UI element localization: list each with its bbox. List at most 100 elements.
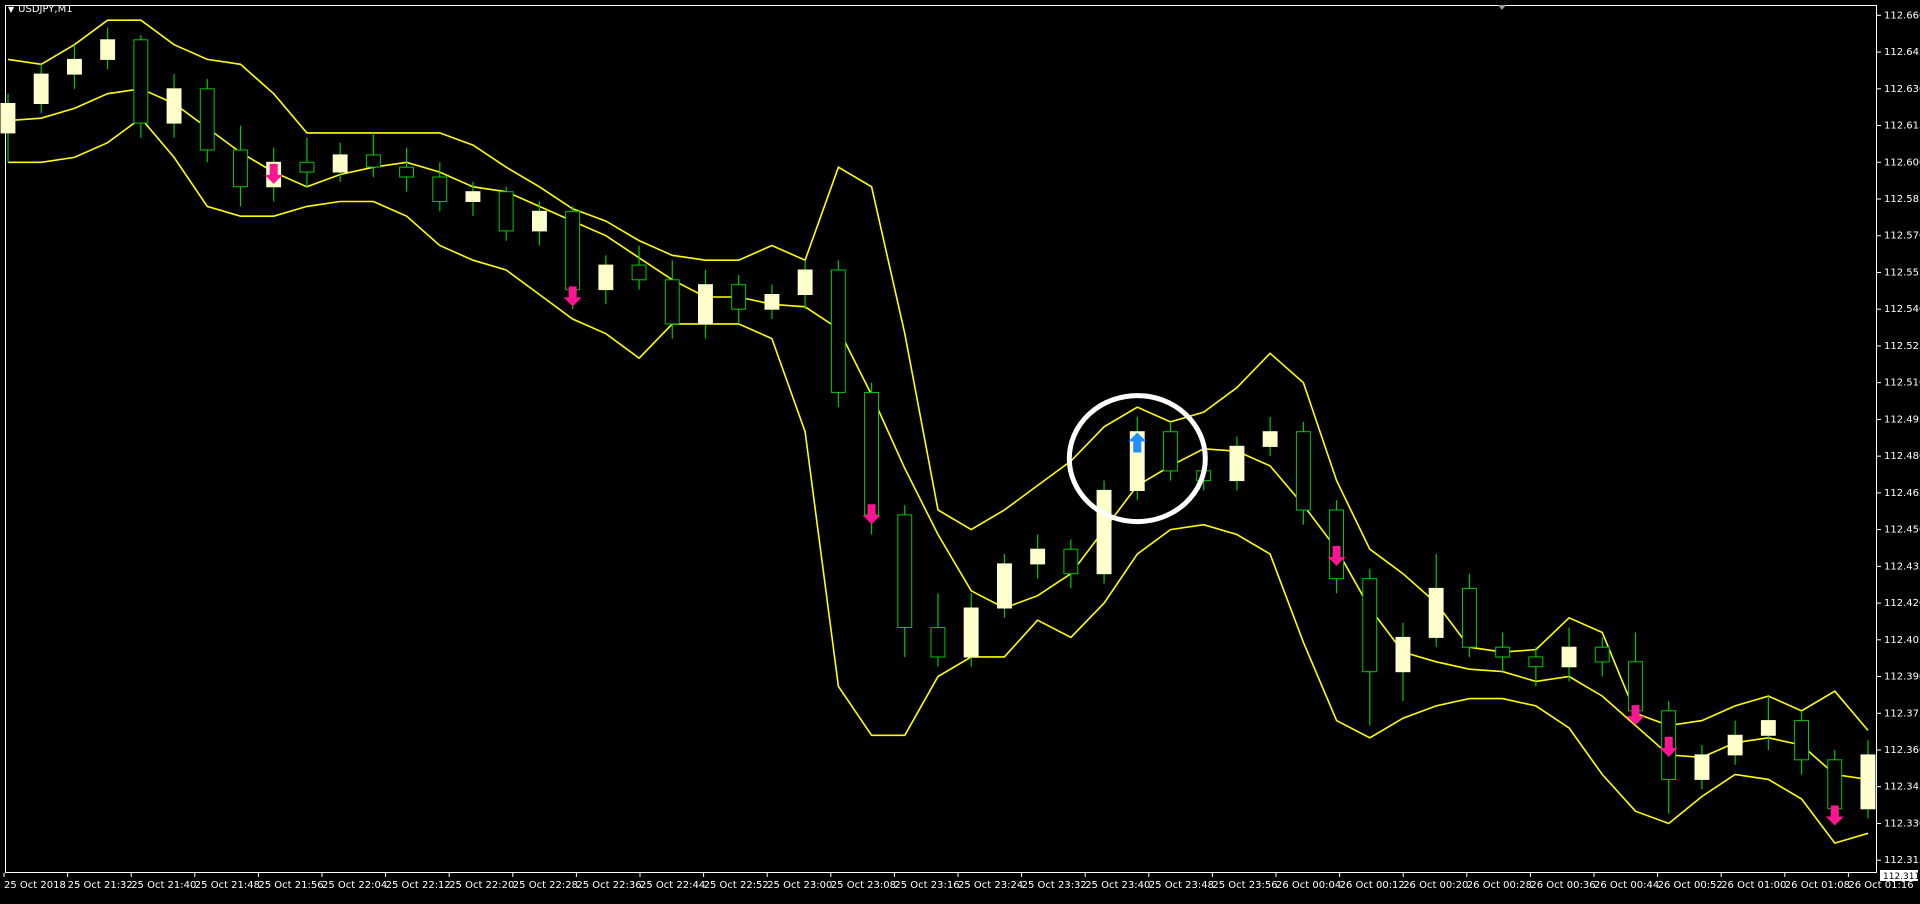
candle-body <box>1262 431 1278 447</box>
candle-body <box>100 39 116 60</box>
time-tick-label: 25 Oct 23:08 <box>831 880 896 891</box>
time-tick-label: 25 Oct 23:00 <box>767 880 832 891</box>
candle-body <box>1694 754 1710 780</box>
candle-body <box>764 294 780 310</box>
candle-body <box>532 210 547 232</box>
time-tick-label: 25 Oct 21:40 <box>131 880 196 891</box>
candle-body <box>133 39 149 124</box>
price-chart[interactable]: 112.660 112.645 112.630 112.615 112.600 112.5… <box>0 0 1920 900</box>
candle-body <box>963 607 979 658</box>
price-tick-label: 112.435 <box>1884 561 1920 572</box>
candle-body <box>1860 754 1876 810</box>
candle-body <box>1594 646 1610 663</box>
price-tick-label: 112.315 <box>1884 855 1920 866</box>
candle-body <box>565 210 581 291</box>
price-tick-label: 112.465 <box>1884 488 1920 499</box>
candle-body <box>731 284 747 310</box>
candle-body <box>33 73 49 104</box>
time-tick-label: 25 Oct 21:48 <box>195 880 260 891</box>
candle-body <box>1794 720 1809 761</box>
candle-body <box>864 392 879 516</box>
price-tick-label: 112.510 <box>1884 378 1920 389</box>
price-tick-label: 112.330 <box>1884 819 1920 830</box>
price-tick-label: 112.405 <box>1884 635 1920 646</box>
candle-body <box>698 284 713 325</box>
candle-body <box>1063 548 1079 575</box>
time-tick-label: 25 Oct 22:36 <box>576 880 641 891</box>
candle-body <box>399 166 415 178</box>
candle-body <box>498 191 514 232</box>
candle-body <box>1295 431 1311 511</box>
time-tick-label: 25 Oct 23:24 <box>958 880 1023 891</box>
candle-body <box>1528 656 1544 668</box>
candle-body <box>1163 431 1178 472</box>
candle-body <box>365 154 381 168</box>
price-tick-label: 112.630 <box>1884 84 1920 95</box>
time-tick-label: 26 Oct 00:52 <box>1658 880 1723 891</box>
candle-body <box>631 264 647 281</box>
candle <box>133 34 149 138</box>
symbol-text: USDJPY,M1 <box>18 4 73 15</box>
candle-body <box>199 88 215 151</box>
candle-body <box>930 627 946 658</box>
time-tick-label: 26 Oct 00:12 <box>1340 880 1405 891</box>
candle-body <box>1329 509 1344 580</box>
candle-body <box>1561 646 1577 668</box>
time-tick-label: 26 Oct 01:00 <box>1721 880 1786 891</box>
last-price-tag: 112.311 <box>1880 870 1920 882</box>
price-tick-label: 112.390 <box>1884 672 1920 683</box>
price-tick-label: 112.540 <box>1884 304 1920 315</box>
time-tick-label: 25 Oct 23:16 <box>894 880 959 891</box>
candle-body <box>1395 636 1411 673</box>
candle-body <box>1229 445 1245 482</box>
price-tick-label: 112.585 <box>1884 194 1920 205</box>
candle-body <box>233 149 248 188</box>
price-tick-label: 112.555 <box>1884 268 1920 279</box>
time-tick-label: 25 Oct 22:04 <box>322 880 387 891</box>
time-tick-label: 26 Oct 00:28 <box>1467 880 1532 891</box>
time-tick-label: 25 Oct 23:40 <box>1085 880 1150 891</box>
chart-window[interactable]: 112.660 112.645 112.630 112.615 112.600 112.5… <box>0 0 1920 900</box>
time-tick-label: 26 Oct 00:36 <box>1530 880 1595 891</box>
price-tick-label: 112.345 <box>1884 782 1920 793</box>
time-tick-label: 25 Oct 23:32 <box>1022 880 1087 891</box>
price-tick-label: 112.450 <box>1884 525 1920 536</box>
candle-body <box>332 154 348 173</box>
candle-body <box>897 514 913 629</box>
candle-body <box>1428 587 1444 638</box>
candle-body <box>0 103 16 134</box>
candle-body <box>1096 489 1112 575</box>
chevron-down-icon[interactable]: ▼ <box>8 5 14 14</box>
time-tick-label: 25 Oct 22:20 <box>449 880 514 891</box>
chart-background <box>0 0 1920 900</box>
candle-body <box>1495 646 1511 658</box>
candle-body <box>1462 587 1477 648</box>
candle-body <box>299 161 315 173</box>
time-tick-label: 25 Oct 21:32 <box>68 880 133 891</box>
time-tick-label: 25 Oct 22:28 <box>513 880 578 891</box>
candle-body <box>1827 759 1843 810</box>
candle-body <box>797 269 813 295</box>
time-tick-label: 26 Oct 00:44 <box>1594 880 1659 891</box>
price-tick-label: 112.360 <box>1884 745 1920 756</box>
candle-body <box>1362 578 1378 673</box>
candle-body <box>997 563 1012 609</box>
candle-body <box>67 58 82 75</box>
candle-body <box>166 88 182 124</box>
candle-body <box>1628 661 1643 712</box>
price-tick-label: 112.570 <box>1884 231 1920 242</box>
price-tick-label: 112.600 <box>1884 157 1920 168</box>
candle <box>199 79 215 163</box>
price-tick-label: 112.420 <box>1884 598 1920 609</box>
price-tick-label: 112.375 <box>1884 708 1920 719</box>
candle <box>830 260 846 408</box>
time-tick-label: 25 Oct 22:44 <box>640 880 705 891</box>
time-tick-label: 25 Oct 22:52 <box>704 880 769 891</box>
time-tick-label: 25 Oct 22:12 <box>386 880 451 891</box>
candle <box>997 554 1012 618</box>
chart-title: ▼ USDJPY,M1 <box>8 4 73 15</box>
time-tick-label: 25 Oct 21:56 <box>258 880 323 891</box>
candle-body <box>598 264 614 291</box>
candle-body <box>664 279 680 325</box>
price-tick-label: 112.480 <box>1884 451 1920 462</box>
